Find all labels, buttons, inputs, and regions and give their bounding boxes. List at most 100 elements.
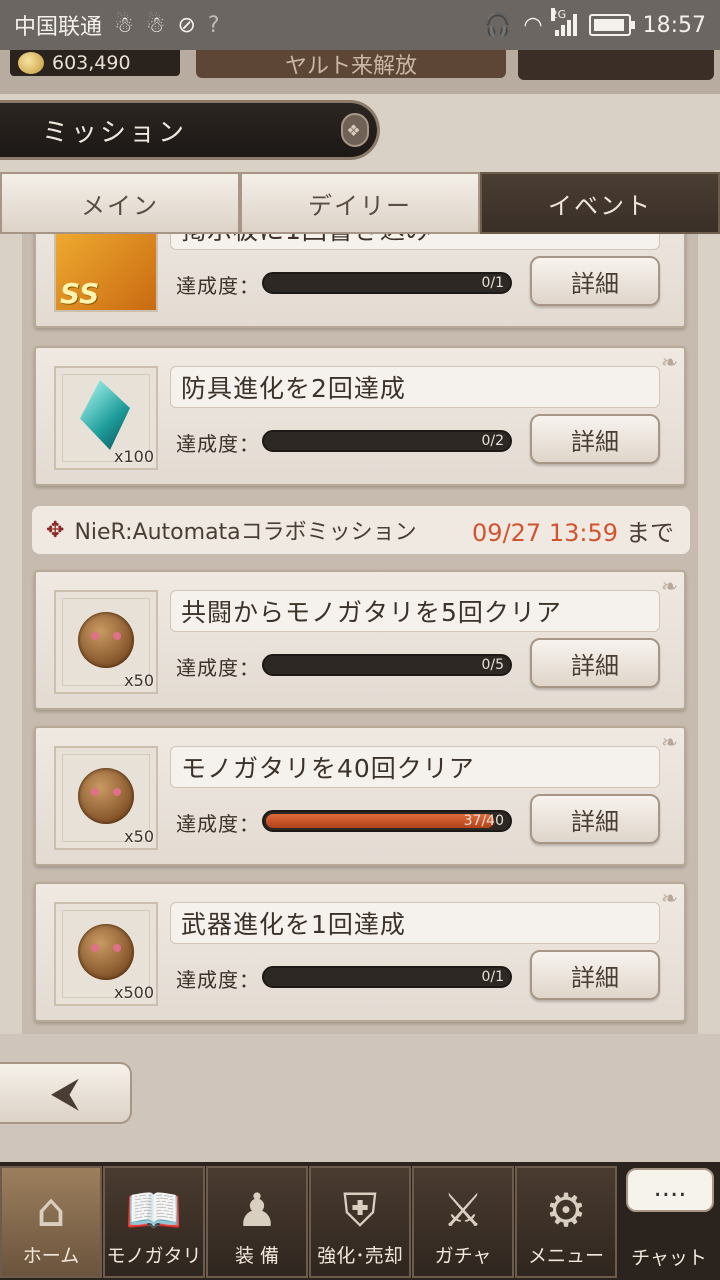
mission-card: SS 掲示板に1回書き込み 達成度： 0/1 詳細 <box>34 234 686 328</box>
reward-thumbnail: SS <box>54 234 158 312</box>
back-button[interactable]: ⮜ <box>0 1062 132 1124</box>
ornament-icon: ❖ <box>341 113 369 147</box>
wifi-icon: ◠ <box>523 12 543 38</box>
coin-icon <box>18 52 44 74</box>
banner-label: ヤルト来解放 <box>284 54 417 78</box>
notification-icon: ☃ <box>114 12 134 38</box>
nav-label: ガチャ <box>434 1245 492 1267</box>
tab-event[interactable]: イベント <box>480 172 720 234</box>
reward-quantity: x50 <box>124 827 154 846</box>
reward-thumbnail: x100 <box>54 366 158 470</box>
wifi-help-icon: ? <box>207 12 220 38</box>
detail-button[interactable]: 詳細 <box>530 414 660 464</box>
chat-label: チャット <box>631 1247 707 1269</box>
mission-title: 武器進化を1回達成 <box>170 902 660 944</box>
nav-label: メニュー <box>527 1245 604 1267</box>
chat-button[interactable]: .... チャット <box>618 1166 720 1278</box>
progress-label: 達成度： <box>176 968 260 992</box>
mission-card: x500 武器進化を1回達成 達成度： 0/1 詳細 <box>34 882 686 1022</box>
detail-button[interactable]: 詳細 <box>530 794 660 844</box>
bottom-nav: ⌂ ホーム 📖 モノガタリ ♟ 装 備 ⛨ 強化･売却 ⚔ ガチャ ⚙ メニュー… <box>0 1162 720 1280</box>
progress-label: 達成度： <box>176 656 260 680</box>
nav-story[interactable]: 📖 モノガタリ <box>103 1166 205 1278</box>
event-header: ✥ NieR:Automataコラボミッション 09/27 13:59 まで <box>32 506 690 554</box>
nav-label: 装 備 <box>234 1245 280 1267</box>
tab-label: イベント <box>548 191 652 220</box>
nav-menu[interactable]: ⚙ メニュー <box>515 1166 617 1278</box>
progress-text: 0/5 <box>481 657 504 673</box>
event-until: まで <box>626 518 674 547</box>
reward-thumbnail: x500 <box>54 902 158 1006</box>
event-name: NieR:Automataコラボミッション <box>74 520 417 545</box>
nav-label: ホーム <box>22 1245 80 1267</box>
mission-card: x100 防具進化を2回達成 達成度： 0/2 詳細 <box>34 346 686 486</box>
castle-icon: ⌂ <box>36 1183 66 1237</box>
battery-icon <box>588 14 635 36</box>
tab-label: メイン <box>81 191 159 220</box>
nav-label: 強化･売却 <box>317 1245 403 1267</box>
rarity-badge: SS <box>60 277 100 310</box>
detail-button[interactable]: 詳細 <box>530 638 660 688</box>
detail-button[interactable]: 詳細 <box>530 256 660 306</box>
headphones-icon: 🎧 <box>483 12 512 38</box>
progress-label: 達成度： <box>176 432 260 456</box>
progress-text: 0/2 <box>481 433 504 449</box>
reward-quantity: x500 <box>113 983 154 1002</box>
swords-icon: ⚔ <box>442 1183 484 1237</box>
reward-thumbnail: x50 <box>54 746 158 850</box>
mission-title: 防具進化を2回達成 <box>170 366 660 408</box>
reward-quantity: x50 <box>124 671 154 690</box>
footer-area: ⮜ <box>0 1034 720 1162</box>
carrier-label: 中国联通 <box>14 15 103 40</box>
unlock-banner-button[interactable]: ヤルト来解放 <box>196 50 506 78</box>
page-title: ミッション ❖ <box>0 100 380 160</box>
progress-label: 達成度： <box>176 812 260 836</box>
mission-card: x50 共闘からモノガタリを5回クリア 達成度： 0/5 詳細 <box>34 570 686 710</box>
event-deadline: 09/27 13:59 まで <box>472 513 674 548</box>
reward-thumbnail: x50 <box>54 590 158 694</box>
notification-icon: ☃ <box>145 12 166 38</box>
locked-chain-button[interactable] <box>518 50 714 80</box>
event-emblem-icon: ✥ <box>46 517 65 543</box>
progress-fill <box>266 814 494 828</box>
mission-list[interactable]: SS 掲示板に1回書き込み 達成度： 0/1 詳細 x100 防具進化を2回達成… <box>22 234 698 1034</box>
progress-bar: 0/2 <box>262 430 512 452</box>
back-arrow-icon: ⮜ <box>50 1070 80 1116</box>
tab-bar: メイン デイリー イベント <box>0 172 720 234</box>
clock: 18:57 <box>642 12 706 38</box>
beast-icon: ⛨ <box>342 1183 378 1237</box>
game-header: 603,490 ヤルト来解放 <box>0 50 720 94</box>
progress-text: 0/1 <box>481 275 504 291</box>
material-orb-icon <box>78 768 134 824</box>
mission-title: 掲示板に1回書き込み <box>170 234 660 250</box>
material-orb-icon <box>78 612 134 668</box>
coin-counter: 603,490 <box>10 50 180 76</box>
nav-upgrade[interactable]: ⛨ 強化･売却 <box>309 1166 411 1278</box>
progress-text: 37/40 <box>463 813 504 829</box>
material-orb-icon <box>78 924 134 980</box>
nav-gacha[interactable]: ⚔ ガチャ <box>412 1166 514 1278</box>
mission-title: 共闘からモノガタリを5回クリア <box>170 590 660 632</box>
tab-daily[interactable]: デイリー <box>240 172 480 234</box>
progress-text: 0/1 <box>481 969 504 985</box>
mission-card: x50 モノガタリを40回クリア 達成度： 37/40 詳細 <box>34 726 686 866</box>
tab-main[interactable]: メイン <box>0 172 240 234</box>
nav-home[interactable]: ⌂ ホーム <box>0 1166 102 1278</box>
progress-label: 達成度： <box>176 274 260 298</box>
puppet-icon: ♟ <box>236 1183 278 1237</box>
network-type: 2G <box>550 8 567 21</box>
nav-equipment[interactable]: ♟ 装 備 <box>206 1166 308 1278</box>
detail-button[interactable]: 詳細 <box>530 950 660 1000</box>
gears-icon: ⚙ <box>545 1183 587 1237</box>
chat-bubble-icon: .... <box>626 1168 714 1212</box>
block-icon: ⊘ <box>177 12 196 38</box>
progress-bar: 37/40 <box>262 810 512 832</box>
progress-bar: 0/1 <box>262 272 512 294</box>
event-date: 09/27 13:59 <box>472 518 618 547</box>
progress-bar: 0/1 <box>262 966 512 988</box>
coin-amount: 603,490 <box>52 52 131 74</box>
page-title-text: ミッション <box>42 117 188 148</box>
status-bar: 中国联通 ☃ ☃ ⊘ ? 🎧 ◠ 2G 18:57 <box>0 0 720 50</box>
progress-bar: 0/5 <box>262 654 512 676</box>
reward-quantity: x100 <box>113 447 154 466</box>
